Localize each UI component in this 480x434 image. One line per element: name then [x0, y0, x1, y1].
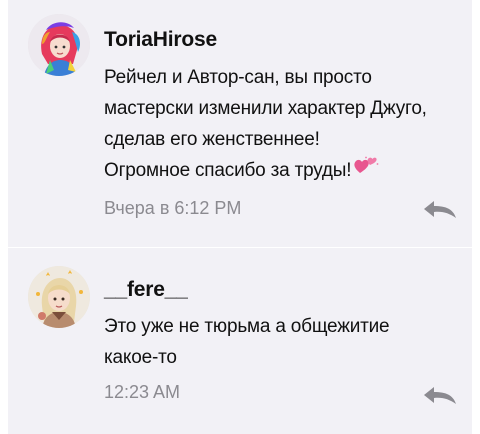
- comment-line-with-emoji: Огромное спасибо за труды!: [104, 155, 464, 187]
- comment-line: мастерски изменили характер Джуго,: [104, 98, 427, 119]
- comment-line: Огромное спасибо за труды!: [104, 160, 352, 182]
- avatar[interactable]: [28, 266, 90, 328]
- comment-text: Это уже не тюрьма а общежитие какое-то: [104, 311, 464, 373]
- heart-icon: [353, 155, 379, 187]
- timestamp: 12:23 AM: [104, 382, 181, 402]
- comment-line: какое-то: [104, 347, 177, 368]
- timestamp: Вчера в 6:12 PM: [104, 198, 242, 218]
- reply-icon[interactable]: [422, 384, 458, 406]
- comment: ToriaHirose Рейчел и Автор-сан, вы прост…: [8, 0, 472, 247]
- comment-text: Рейчел и Автор-сан, вы просто мастерски …: [104, 62, 464, 187]
- avatar[interactable]: [28, 14, 90, 76]
- comment-line: Рейчел и Автор-сан, вы просто: [104, 67, 372, 88]
- reply-icon[interactable]: [422, 198, 458, 220]
- comment: __fere__ Это уже не тюрьма а общежитие к…: [8, 248, 472, 434]
- avatar-image: [28, 14, 90, 76]
- username[interactable]: ToriaHirose: [104, 28, 217, 52]
- avatar-image: [28, 266, 90, 328]
- comment-line: Это уже не тюрьма а общежитие: [104, 316, 390, 337]
- comment-card: ToriaHirose Рейчел и Автор-сан, вы прост…: [8, 0, 472, 247]
- comment-card: __fere__ Это уже не тюрьма а общежитие к…: [8, 248, 472, 434]
- username[interactable]: __fere__: [104, 278, 188, 302]
- comment-line: сделав его женственнее!: [104, 129, 320, 150]
